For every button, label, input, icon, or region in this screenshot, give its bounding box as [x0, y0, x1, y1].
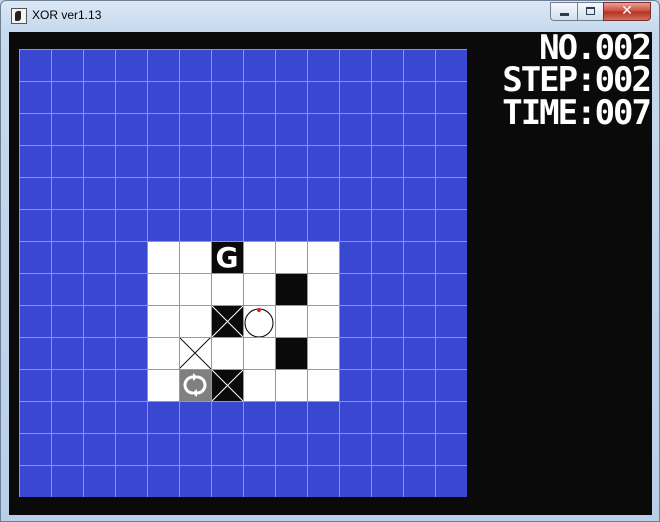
ball-icon[interactable]: [244, 308, 274, 338]
floor-tile: [243, 337, 275, 369]
game-board[interactable]: G: [19, 49, 467, 497]
black-block: [276, 338, 307, 369]
floor-tile: [211, 273, 243, 305]
goal-letter: G: [216, 241, 239, 274]
close-icon: ✕: [621, 3, 633, 19]
game-client-area[interactable]: G NO.002 STEP:002 TIME:007: [9, 31, 652, 515]
close-button[interactable]: ✕: [603, 2, 651, 21]
app-icon: [11, 8, 27, 24]
floor-tile: [275, 305, 307, 337]
floor-tile: [179, 241, 211, 273]
floor-tile: [243, 273, 275, 305]
minimize-button[interactable]: [550, 2, 577, 21]
floor-tile: [179, 273, 211, 305]
floor-tile: [275, 369, 307, 401]
floor-tile: [307, 273, 339, 305]
floor-tile: [307, 369, 339, 401]
time-counter: TIME:007: [502, 93, 652, 133]
floor-tile: [211, 337, 243, 369]
title-bar[interactable]: XOR ver1.13 ✕: [1, 1, 660, 31]
step-counter: STEP:002: [502, 60, 652, 100]
floor-tile: [307, 241, 339, 273]
player-marker: [257, 308, 261, 312]
floor-tile: [147, 305, 179, 337]
floor-tile: [147, 369, 179, 401]
floor-tile: [307, 305, 339, 337]
maximize-button[interactable]: [577, 2, 603, 21]
floor-tile: [147, 337, 179, 369]
floor-tile: [147, 241, 179, 273]
game-board-canvas: G: [19, 49, 467, 497]
minimize-icon: [560, 13, 569, 16]
floor-tile: [179, 305, 211, 337]
window-title: XOR ver1.13: [32, 8, 102, 22]
black-block: [276, 274, 307, 305]
floor-tile: [307, 337, 339, 369]
floor-tile: [243, 241, 275, 273]
floor-tile: [243, 369, 275, 401]
app-window: XOR ver1.13 ✕ G NO.002 STEP:002 TIME:007: [0, 0, 660, 522]
floor-tile: [275, 241, 307, 273]
maximize-icon: [586, 7, 595, 15]
floor-tile: [147, 273, 179, 305]
status-panel: NO.002 STEP:002 TIME:007: [473, 31, 652, 152]
